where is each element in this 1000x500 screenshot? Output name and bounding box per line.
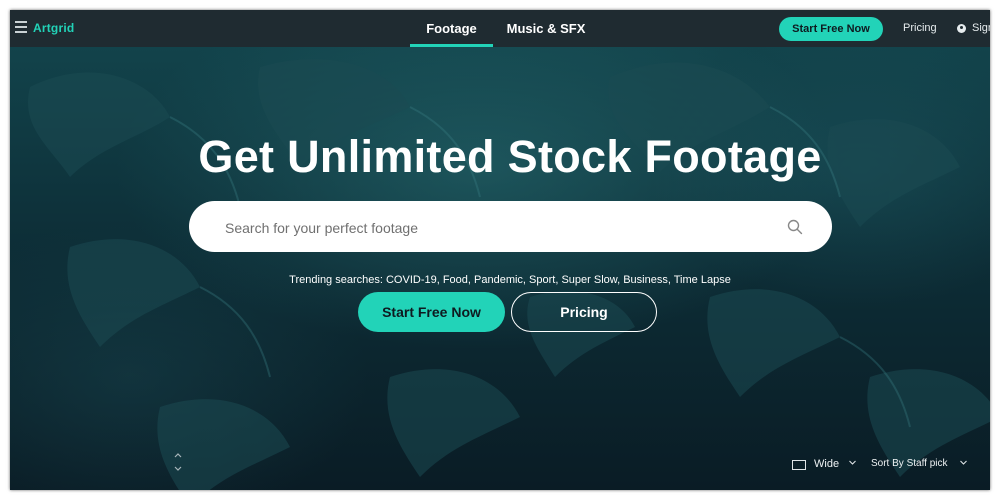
search-icon[interactable] <box>787 219 803 235</box>
app-window: Artgrid Footage Music & SFX Start Free N… <box>10 10 990 490</box>
layout-select-label[interactable]: Wide <box>814 458 839 470</box>
wide-layout-icon[interactable] <box>792 460 806 470</box>
chevron-down-icon[interactable] <box>848 458 857 467</box>
sort-select-label[interactable]: Sort By Staff pick <box>871 458 948 469</box>
hero-headline: Get Unlimited Stock Footage <box>198 131 822 182</box>
pricing-link[interactable]: Pricing <box>903 22 937 34</box>
scroll-up-down-icon[interactable] <box>173 451 183 473</box>
pricing-button[interactable]: Pricing <box>511 292 657 332</box>
start-free-now-button[interactable]: Start Free Now <box>358 292 505 332</box>
start-free-now-header-button[interactable]: Start Free Now <box>779 17 883 41</box>
top-navigation-bar: Artgrid Footage Music & SFX Start Free N… <box>10 10 990 47</box>
tab-footage[interactable]: Footage <box>410 10 493 47</box>
tab-music-sfx[interactable]: Music & SFX <box>504 10 588 47</box>
user-icon[interactable] <box>957 24 966 33</box>
trending-searches-text: Trending searches: COVID-19, Food, Pande… <box>289 274 731 286</box>
search-input[interactable] <box>223 201 787 254</box>
search-bar[interactable] <box>189 201 832 254</box>
chevron-down-icon[interactable] <box>959 458 968 467</box>
hero-section: Get Unlimited Stock Footage Trending sea… <box>10 47 990 490</box>
manta-ray-background-image <box>28 59 990 490</box>
sign-in-link[interactable]: Sign <box>972 22 990 34</box>
artgrid-logo[interactable]: Artgrid <box>33 21 74 35</box>
hamburger-menu-icon[interactable] <box>15 21 27 35</box>
